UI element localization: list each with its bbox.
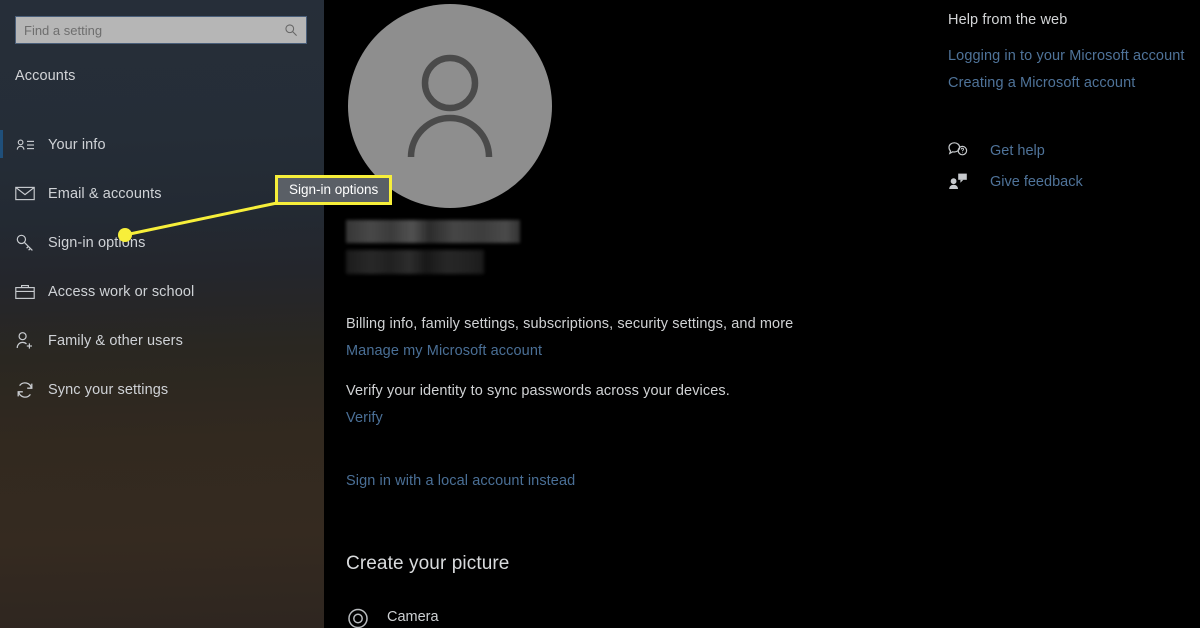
- person-add-icon: [15, 331, 35, 351]
- sidebar-item-access-work-or-school[interactable]: Access work or school: [0, 267, 324, 316]
- settings-window: Accounts Your info: [0, 0, 1200, 628]
- sidebar-item-label: Sign-in options: [48, 234, 146, 251]
- camera-icon: [346, 605, 370, 628]
- help-panel-title: Help from the web: [948, 12, 1068, 28]
- help-panel: Help from the web Logging in to your Mic…: [924, 0, 1200, 628]
- search-icon[interactable]: [284, 23, 298, 37]
- sync-icon: [15, 380, 35, 400]
- person-avatar-icon: [407, 54, 493, 158]
- briefcase-icon: [15, 282, 35, 302]
- feedback-person-icon: [948, 172, 968, 192]
- page-title: Accounts: [15, 68, 76, 84]
- sign-in-local-account-link[interactable]: Sign in with a local account instead: [346, 473, 575, 489]
- verify-identity-text: Verify your identity to sync passwords a…: [346, 383, 730, 399]
- sidebar-nav: Your info Email & accounts Sign-in optio…: [0, 120, 324, 414]
- sidebar-item-your-info[interactable]: Your info: [0, 120, 324, 169]
- envelope-icon: [15, 184, 35, 204]
- camera-option[interactable]: Camera: [346, 605, 439, 628]
- sidebar-item-label: Your info: [48, 136, 106, 153]
- give-feedback-label: Give feedback: [990, 174, 1083, 190]
- question-bubble-icon: [948, 141, 968, 161]
- get-help-action[interactable]: Get help: [948, 141, 1045, 161]
- sidebar-item-sign-in-options[interactable]: Sign-in options: [0, 218, 324, 267]
- camera-label: Camera: [387, 609, 439, 625]
- sidebar-item-family-other-users[interactable]: Family & other users: [0, 316, 324, 365]
- billing-info-text: Billing info, family settings, subscript…: [346, 316, 794, 332]
- callout-label: Sign-in options: [275, 175, 393, 205]
- help-link-logging-in[interactable]: Logging in to your Microsoft account: [948, 48, 1185, 64]
- search-box[interactable]: [15, 16, 307, 44]
- sidebar-item-label: Sync your settings: [48, 381, 169, 398]
- account-name-redacted: [346, 220, 520, 243]
- contact-card-icon: [15, 135, 35, 155]
- search-input[interactable]: [24, 22, 284, 38]
- sidebar-item-label: Email & accounts: [48, 185, 162, 202]
- manage-microsoft-account-link[interactable]: Manage my Microsoft account: [346, 343, 542, 359]
- account-email-redacted: [346, 250, 484, 274]
- verify-link[interactable]: Verify: [346, 410, 383, 426]
- sidebar-item-label: Family & other users: [48, 332, 183, 349]
- help-link-creating-account[interactable]: Creating a Microsoft account: [948, 75, 1135, 91]
- selection-accent-bar: [0, 130, 3, 158]
- sidebar-item-sync-your-settings[interactable]: Sync your settings: [0, 365, 324, 414]
- sidebar-item-label: Access work or school: [48, 283, 195, 300]
- create-your-picture-heading: Create your picture: [346, 553, 510, 574]
- get-help-label: Get help: [990, 143, 1045, 159]
- sidebar: Accounts Your info: [0, 0, 324, 628]
- give-feedback-action[interactable]: Give feedback: [948, 172, 1083, 192]
- key-icon: [15, 233, 35, 253]
- main-content: Billing info, family settings, subscript…: [324, 0, 924, 628]
- search-field-wrapper: [15, 16, 307, 44]
